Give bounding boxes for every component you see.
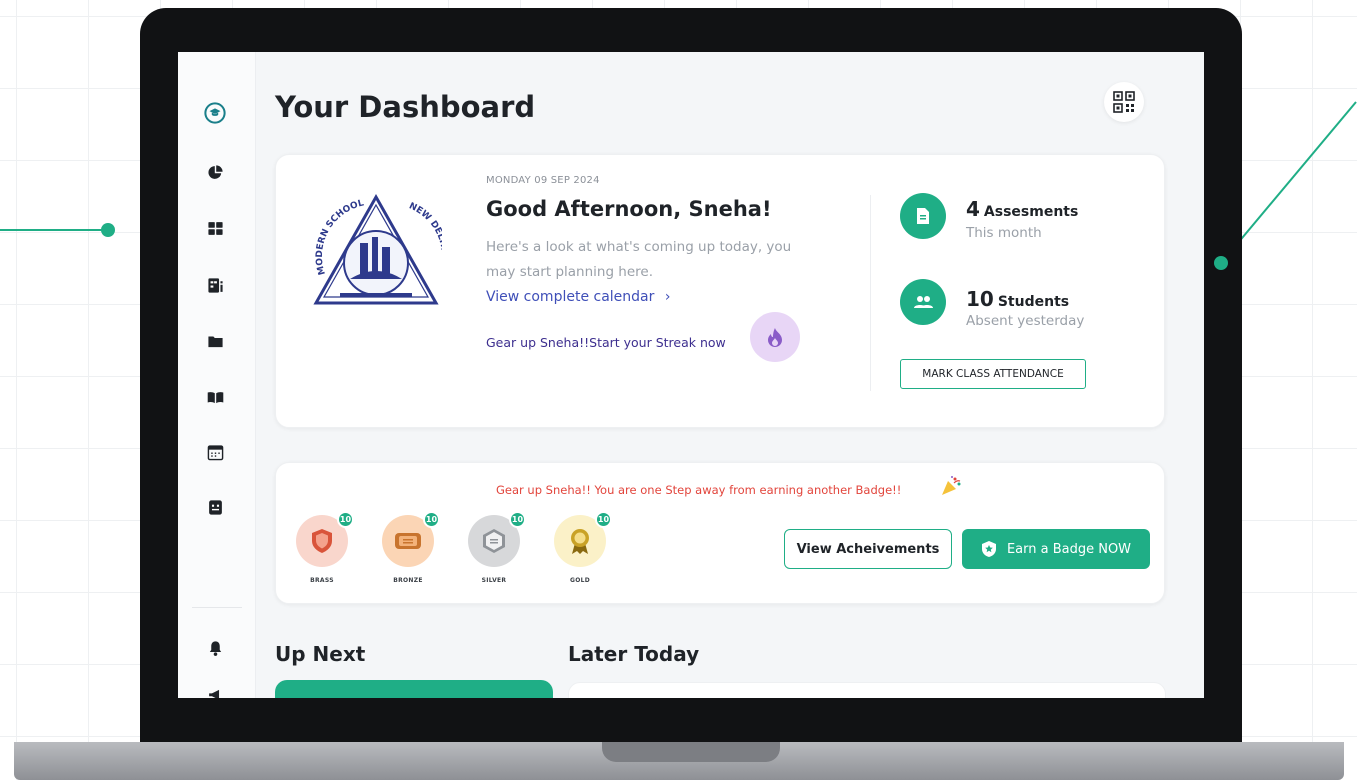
grid-icon[interactable] — [204, 217, 226, 239]
sidebar-separator — [192, 607, 242, 608]
flame-icon — [768, 328, 782, 347]
laptop-notch — [602, 742, 780, 762]
folder-icon[interactable] — [204, 330, 226, 352]
view-calendar-label: View complete calendar — [486, 289, 655, 305]
earn-badge-label: Earn a Badge NOW — [1006, 541, 1132, 557]
report-icon[interactable] — [204, 274, 226, 296]
badge-name: BRONZE — [393, 577, 423, 584]
app-screen: Your Dashboard MODERN SCHOOL NEW DELHI — [178, 52, 1204, 698]
greeting-text: Good Afternoon, Sneha! — [486, 197, 772, 221]
shield-medal-icon — [312, 529, 332, 553]
streak-button[interactable] — [750, 312, 800, 362]
assessment-sub: This month — [966, 225, 1042, 241]
badge-bronze-medal: 10 — [382, 511, 440, 567]
assessment-stat: 4 Assesments — [966, 197, 1078, 221]
badge-count: 10 — [423, 511, 440, 528]
decor-dot-right — [1214, 256, 1228, 270]
rosette-medal-icon — [571, 529, 589, 554]
decor-line-left — [0, 229, 108, 231]
mark-attendance-button[interactable]: MARK CLASS ATTENDANCE — [900, 359, 1086, 389]
view-achievements-button[interactable]: View Acheivements — [784, 529, 952, 569]
hexagon-medal-icon — [483, 529, 505, 553]
greeting-subtitle: Here's a look at what's coming up today,… — [486, 239, 792, 280]
students-stat: 10 Students — [966, 287, 1069, 311]
badge-name: BRASS — [310, 577, 334, 584]
students-sub: Absent yesterday — [966, 313, 1085, 329]
badge-gold-medal: 10 — [554, 511, 612, 567]
view-calendar-link[interactable]: View complete calendar › — [486, 289, 670, 305]
badge-card: Gear up Sneha!! You are one Step away fr… — [275, 462, 1165, 604]
document-icon — [917, 208, 929, 224]
later-today-title: Later Today — [568, 642, 700, 666]
badge-count: 10 — [595, 511, 612, 528]
page-title: Your Dashboard — [275, 90, 536, 124]
school-logo: MODERN SCHOOL NEW DELHI — [313, 193, 442, 305]
qr-code-button[interactable] — [1104, 82, 1144, 122]
qr-code-icon — [1113, 91, 1135, 113]
streak-text: Gear up Sneha!!Start your Streak now — [486, 335, 726, 350]
badge-gold[interactable]: 10 GOLD — [554, 511, 612, 584]
calendar-icon[interactable] — [204, 441, 226, 463]
pie-chart-icon[interactable] — [204, 161, 226, 183]
assessment-label: Assesments — [983, 204, 1079, 220]
chat-icon[interactable] — [204, 496, 226, 518]
students-label: Students — [997, 294, 1070, 310]
bell-icon[interactable] — [204, 637, 226, 659]
graduation-cap-icon[interactable] — [204, 102, 226, 124]
up-next-card[interactable] — [275, 680, 553, 698]
badge-count: 10 — [337, 511, 354, 528]
students-count: 10 — [966, 287, 994, 311]
party-popper-icon — [942, 476, 961, 495]
greeting-card: MODERN SCHOOL NEW DELHI MONDAY 09 SEP 20… — [275, 154, 1165, 428]
badge-message: Gear up Sneha!! You are one Step away fr… — [496, 483, 902, 497]
badge-silver-medal: 10 — [468, 511, 526, 567]
earn-badge-button[interactable]: Earn a Badge NOW — [962, 529, 1150, 569]
badge-brass-medal: 10 — [296, 511, 354, 567]
svg-text:NEW DELHI: NEW DELHI — [407, 201, 442, 251]
later-today-card[interactable] — [568, 682, 1166, 698]
plaque-medal-icon — [395, 533, 421, 549]
vertical-divider — [870, 195, 871, 391]
logo-right-text: NEW DELHI — [407, 201, 442, 251]
badge-name: GOLD — [569, 577, 591, 584]
up-next-title: Up Next — [275, 642, 366, 666]
badge-bronze[interactable]: 10 BRONZE — [382, 511, 440, 584]
chevron-right-icon: › — [664, 289, 671, 305]
book-icon[interactable] — [204, 386, 226, 408]
assessment-stat-icon — [900, 193, 946, 239]
current-date: MONDAY 09 SEP 2024 — [486, 175, 600, 186]
decor-dot-left — [101, 223, 115, 237]
badge-brass[interactable]: 10 BRASS — [296, 511, 354, 584]
megaphone-icon[interactable] — [204, 684, 226, 698]
badge-silver[interactable]: 10 SILVER — [468, 511, 526, 584]
shield-star-icon — [981, 541, 996, 557]
badge-count: 10 — [509, 511, 526, 528]
badge-name: SILVER — [481, 577, 507, 584]
users-icon — [914, 296, 933, 308]
sidebar — [178, 52, 256, 698]
assessment-count: 4 — [966, 197, 980, 221]
students-stat-icon — [900, 279, 946, 325]
